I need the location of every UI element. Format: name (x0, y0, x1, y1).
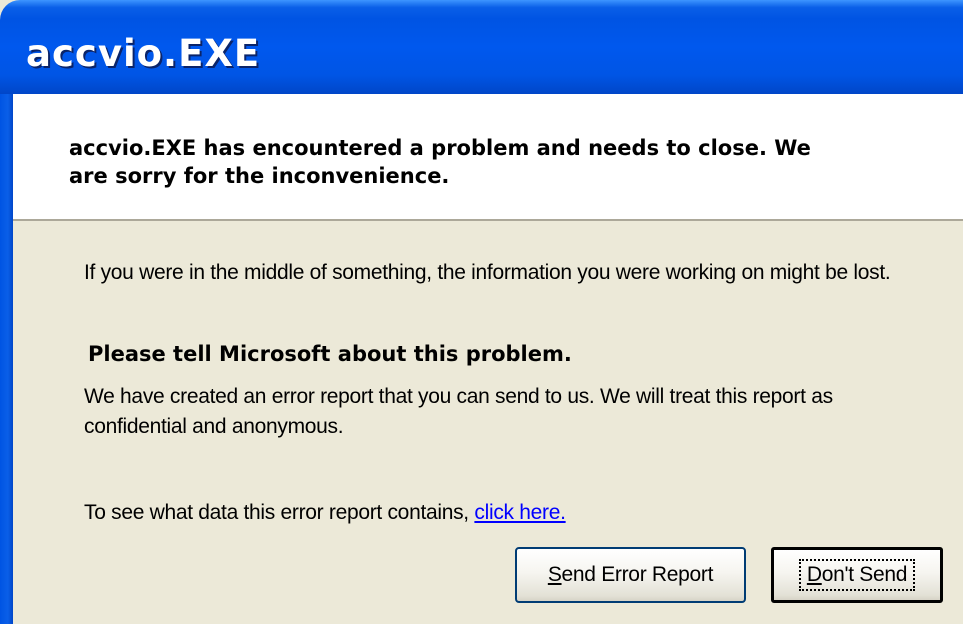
title-bar[interactable]: accvio.EXE (0, 0, 963, 94)
info-text: If you were in the middle of something, … (84, 261, 891, 284)
dont-label: on't Send (821, 563, 908, 586)
dont-mnemonic: D (806, 563, 822, 586)
details-prefix: To see what data this error report conta… (84, 501, 469, 524)
send-mnemonic: S (547, 563, 562, 586)
details-line: To see what data this error report conta… (84, 498, 566, 528)
error-dialog: accvio.EXE accvio.EXE has encountered a … (0, 0, 963, 624)
send-label: end Error Report (561, 563, 714, 586)
window-frame (0, 94, 13, 624)
focus-rectangle: Don't Send (798, 559, 916, 591)
window-title: accvio.EXE (26, 32, 261, 75)
report-description: We have created an error report that you… (84, 385, 833, 438)
report-heading: Please tell Microsoft about this problem… (88, 342, 572, 366)
click-here-link[interactable]: click here. (474, 501, 566, 524)
error-message: accvio.EXE has encountered a problem and… (69, 136, 811, 188)
send-error-report-button[interactable]: Send Error Report (515, 547, 746, 603)
dont-send-button[interactable]: Don't Send (771, 547, 943, 603)
header-panel: accvio.EXE has encountered a problem and… (13, 94, 963, 221)
